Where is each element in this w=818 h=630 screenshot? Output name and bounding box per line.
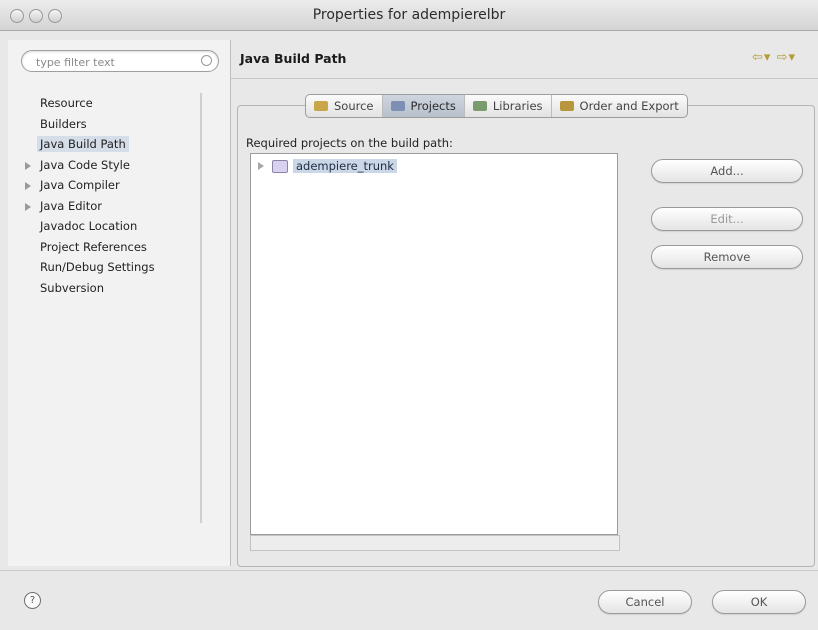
add-button[interactable]: Add...	[651, 159, 803, 183]
filter-input[interactable]	[34, 53, 198, 71]
ok-button[interactable]: OK	[712, 590, 806, 614]
help-icon[interactable]: ?	[24, 592, 41, 609]
cancel-button[interactable]: Cancel	[598, 590, 692, 614]
tab-label: Libraries	[492, 99, 543, 113]
tab-bar: Source Projects Libraries Order and Export	[305, 94, 688, 118]
tab-source[interactable]: Source	[306, 95, 383, 117]
preference-tree: Resource Builders Java Build Path Java Code…	[14, 93, 214, 298]
back-arrow-icon[interactable]: ⇦▾	[752, 50, 771, 65]
sidebar-item-label: Java Editor	[40, 198, 102, 213]
expand-arrow-icon[interactable]	[258, 162, 264, 170]
footer-divider	[0, 570, 818, 571]
edit-button[interactable]: Edit...	[651, 207, 803, 231]
sidebar-item-label: Subversion	[40, 280, 105, 295]
project-icon	[272, 159, 288, 173]
sidebar-item-label: Java Build Path	[37, 136, 129, 152]
clear-filter-icon[interactable]	[201, 55, 212, 66]
sidebar-item[interactable]: Run/Debug Settings	[14, 257, 214, 278]
sidebar-item-label: Project References	[40, 239, 147, 254]
sidebar-item[interactable]: Java Build Path	[14, 134, 214, 155]
header-divider	[231, 78, 818, 79]
sidebar-item[interactable]: Javadoc Location	[14, 216, 214, 237]
libraries-icon	[472, 101, 487, 111]
tab-label: Projects	[410, 99, 456, 113]
sidebar-item-label: Java Compiler	[40, 178, 120, 192]
tab-label: Source	[334, 99, 374, 113]
page-title: Java Build Path	[240, 51, 347, 66]
sidebar-item[interactable]: Builders	[14, 114, 214, 135]
list-item[interactable]: adempiere_trunk	[258, 157, 397, 175]
sidebar-item[interactable]: Project References	[14, 237, 214, 258]
sidebar-item[interactable]: Java Editor	[14, 196, 214, 217]
tab-projects[interactable]: Projects	[382, 95, 465, 117]
filter-field[interactable]	[21, 50, 219, 72]
expand-arrow-icon[interactable]	[25, 202, 31, 211]
projects-list[interactable]	[250, 153, 618, 535]
projects-icon	[390, 101, 405, 111]
sidebar-item[interactable]: Subversion	[14, 278, 214, 299]
tab-libraries[interactable]: Libraries	[465, 95, 552, 117]
sidebar-item[interactable]: Resource	[14, 93, 214, 114]
remove-button[interactable]: Remove	[651, 245, 803, 269]
sidebar-item-label: Resource	[40, 96, 93, 110]
sidebar-scrollbar[interactable]	[200, 93, 202, 523]
sidebar-item[interactable]: Java Code Style	[14, 155, 214, 176]
sidebar-item-label: Run/Debug Settings	[40, 260, 155, 274]
expand-arrow-icon[interactable]	[25, 182, 31, 190]
horizontal-scrollbar[interactable]	[250, 535, 620, 551]
required-projects-label: Required projects on the build path:	[246, 136, 453, 150]
history-nav: ⇦▾ ⇨▾	[752, 50, 796, 65]
source-folder-icon	[314, 101, 328, 111]
sidebar-item-label: Builders	[40, 116, 87, 131]
tab-label: Order and Export	[579, 99, 679, 113]
sidebar-item-label: Java Code Style	[40, 157, 130, 172]
tab-order-and-export[interactable]: Order and Export	[552, 95, 687, 117]
sidebar-item-label: Javadoc Location	[40, 219, 138, 233]
expand-arrow-icon[interactable]	[25, 161, 31, 170]
window-title: Properties for adempierelbr	[312, 7, 506, 23]
project-name: adempiere_trunk	[293, 159, 397, 173]
order-export-icon	[559, 101, 574, 111]
forward-arrow-icon[interactable]: ⇨▾	[777, 50, 796, 65]
sidebar-item[interactable]: Java Compiler	[14, 175, 214, 196]
